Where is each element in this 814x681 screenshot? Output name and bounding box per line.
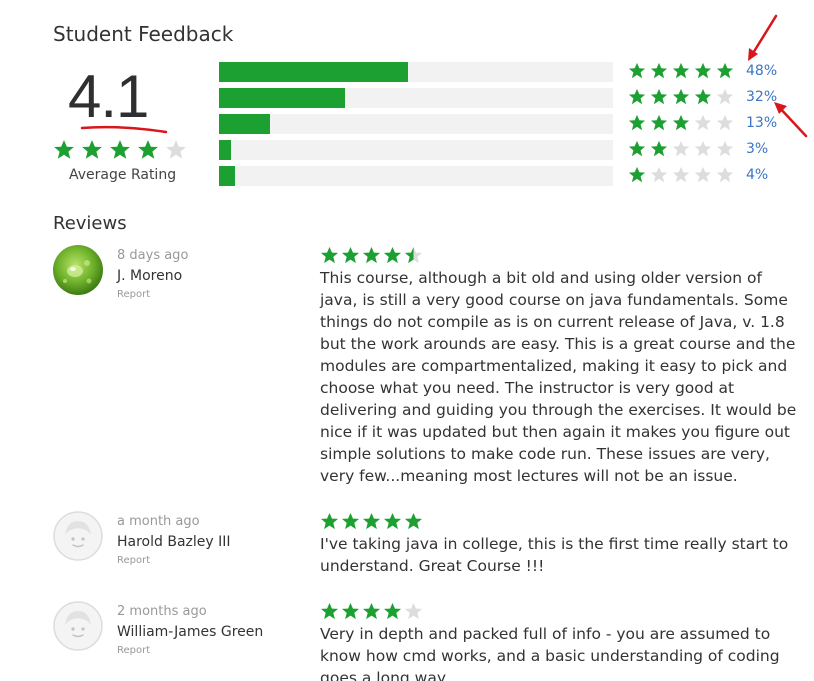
review-time: a month ago (117, 514, 200, 529)
rating-row-1[interactable]: 4% (219, 166, 779, 192)
reviews-heading: Reviews (53, 213, 127, 234)
star-half-icon (404, 246, 423, 269)
star-empty-icon (650, 166, 668, 188)
star-empty-icon (694, 140, 712, 162)
star-filled-icon (320, 246, 339, 269)
default-user-avatar[interactable] (53, 601, 103, 651)
rating-row-stars (628, 114, 738, 136)
rating-bar-fill (219, 140, 231, 160)
star-filled-icon (650, 62, 668, 84)
rating-bar-fill (219, 88, 346, 108)
star-empty-icon (716, 166, 734, 188)
report-link[interactable]: Report (117, 289, 150, 300)
reviewer-name: J. Moreno (117, 268, 183, 284)
star-filled-icon (320, 512, 339, 535)
star-empty-icon (716, 114, 734, 136)
star-filled-icon (320, 602, 339, 625)
red-arrow-annotation (748, 14, 778, 61)
report-link[interactable]: Report (117, 555, 150, 566)
star-filled-icon (694, 62, 712, 84)
rating-row-3[interactable]: 13% (219, 114, 779, 140)
star-filled-icon (628, 62, 646, 84)
rating-bar-fill (219, 114, 271, 134)
star-empty-icon (165, 139, 187, 165)
default-user-avatar[interactable] (53, 511, 103, 561)
review-stars (320, 246, 425, 269)
star-empty-icon (716, 140, 734, 162)
average-rating-label: Average Rating (69, 167, 177, 183)
review-stars (320, 512, 425, 535)
rating-breakdown: 48% 32% 13% 3% 4% (219, 62, 779, 192)
report-link[interactable]: Report (117, 645, 150, 656)
star-empty-icon (672, 166, 690, 188)
average-rating-stars (53, 139, 193, 165)
star-empty-icon (694, 166, 712, 188)
rating-bar-fill (219, 62, 409, 82)
review-text: I've taking java in college, this is the… (320, 535, 789, 575)
star-filled-icon (341, 512, 360, 535)
star-filled-icon (716, 62, 734, 84)
star-filled-icon (672, 114, 690, 136)
red-arrow-annotation (774, 102, 808, 138)
rating-row-5[interactable]: 48% (219, 62, 779, 88)
star-filled-icon (404, 512, 423, 535)
review-text: This course, although a bit old and usin… (320, 269, 797, 485)
star-filled-icon (672, 62, 690, 84)
star-filled-icon (383, 512, 402, 535)
page-title: Student Feedback (53, 22, 234, 46)
star-filled-icon (81, 139, 103, 165)
star-filled-icon (628, 114, 646, 136)
star-filled-icon (137, 139, 159, 165)
rating-row-stars (628, 62, 738, 84)
star-filled-icon (53, 139, 75, 165)
rating-row-2[interactable]: 3% (219, 140, 779, 166)
star-filled-icon (694, 88, 712, 110)
star-filled-icon (362, 512, 381, 535)
star-filled-icon (109, 139, 131, 165)
rating-bar-fill (219, 166, 235, 186)
star-filled-icon (650, 88, 668, 110)
rating-percent-link[interactable]: 48% (746, 63, 777, 79)
review-time: 8 days ago (117, 248, 189, 263)
star-filled-icon (628, 88, 646, 110)
star-empty-icon (404, 602, 423, 625)
rating-percent-link[interactable]: 4% (746, 167, 768, 183)
rating-row-stars (628, 88, 738, 110)
review-time: 2 months ago (117, 604, 207, 619)
star-filled-icon (362, 602, 381, 625)
star-filled-icon (341, 246, 360, 269)
rating-bar-track (219, 114, 613, 134)
rating-bar-track (219, 140, 613, 160)
rating-bar-track (219, 166, 613, 186)
green-water-drop-avatar[interactable] (53, 245, 103, 295)
rating-bar-track (219, 88, 613, 108)
reviewer-name: William-James Green (117, 624, 264, 640)
reviewer-name: Harold Bazley III (117, 534, 231, 550)
rating-row-stars (628, 140, 738, 162)
rating-bar-track (219, 62, 613, 82)
star-empty-icon (694, 114, 712, 136)
review-stars (320, 602, 425, 625)
rating-row-4[interactable]: 32% (219, 88, 779, 114)
star-filled-icon (628, 166, 646, 188)
star-filled-icon (362, 246, 381, 269)
star-filled-icon (341, 602, 360, 625)
star-filled-icon (650, 140, 668, 162)
star-filled-icon (672, 88, 690, 110)
review-text: Very in depth and packed full of info - … (320, 625, 780, 681)
star-empty-icon (672, 140, 690, 162)
rating-row-stars (628, 166, 738, 188)
star-filled-icon (650, 114, 668, 136)
rating-percent-link[interactable]: 3% (746, 141, 768, 157)
star-filled-icon (628, 140, 646, 162)
red-underline-annotation (80, 125, 168, 134)
star-filled-icon (383, 602, 402, 625)
star-filled-icon (383, 246, 402, 269)
star-empty-icon (716, 88, 734, 110)
